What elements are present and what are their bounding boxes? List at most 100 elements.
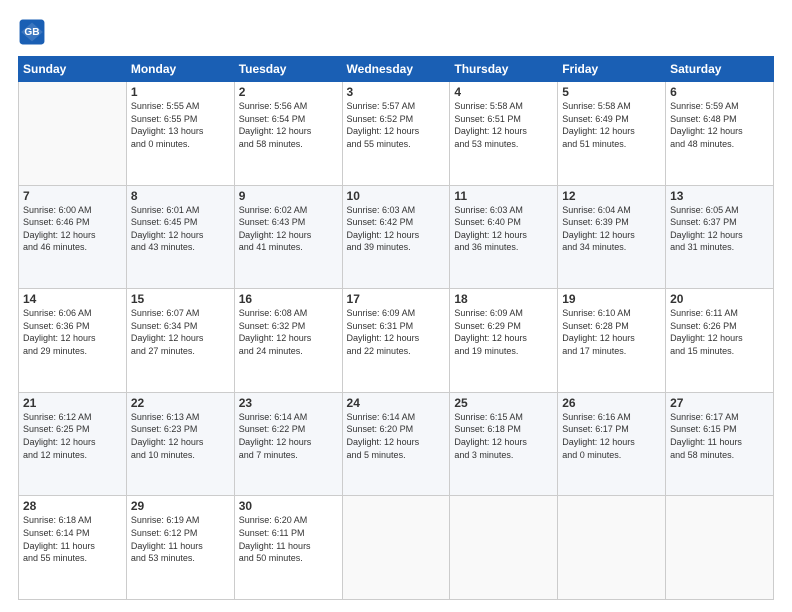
table-row: 17Sunrise: 6:09 AMSunset: 6:31 PMDayligh… [342, 289, 450, 393]
day-number: 2 [239, 85, 338, 99]
svg-text:GB: GB [24, 27, 39, 38]
day-number: 3 [347, 85, 446, 99]
day-info: Sunrise: 6:03 AMSunset: 6:40 PMDaylight:… [454, 204, 553, 254]
weekday-wednesday: Wednesday [342, 57, 450, 82]
weekday-monday: Monday [126, 57, 234, 82]
day-number: 14 [23, 292, 122, 306]
weekday-friday: Friday [558, 57, 666, 82]
table-row: 22Sunrise: 6:13 AMSunset: 6:23 PMDayligh… [126, 392, 234, 496]
table-row: 5Sunrise: 5:58 AMSunset: 6:49 PMDaylight… [558, 82, 666, 186]
day-info: Sunrise: 6:19 AMSunset: 6:12 PMDaylight:… [131, 514, 230, 564]
table-row: 14Sunrise: 6:06 AMSunset: 6:36 PMDayligh… [19, 289, 127, 393]
day-number: 28 [23, 499, 122, 513]
day-number: 12 [562, 189, 661, 203]
table-row: 28Sunrise: 6:18 AMSunset: 6:14 PMDayligh… [19, 496, 127, 600]
day-info: Sunrise: 6:00 AMSunset: 6:46 PMDaylight:… [23, 204, 122, 254]
calendar-week-row: 7Sunrise: 6:00 AMSunset: 6:46 PMDaylight… [19, 185, 774, 289]
weekday-tuesday: Tuesday [234, 57, 342, 82]
table-row: 24Sunrise: 6:14 AMSunset: 6:20 PMDayligh… [342, 392, 450, 496]
calendar-table: SundayMondayTuesdayWednesdayThursdayFrid… [18, 56, 774, 600]
weekday-header-row: SundayMondayTuesdayWednesdayThursdayFrid… [19, 57, 774, 82]
day-info: Sunrise: 5:55 AMSunset: 6:55 PMDaylight:… [131, 100, 230, 150]
day-number: 8 [131, 189, 230, 203]
day-info: Sunrise: 6:12 AMSunset: 6:25 PMDaylight:… [23, 411, 122, 461]
table-row: 10Sunrise: 6:03 AMSunset: 6:42 PMDayligh… [342, 185, 450, 289]
table-row: 29Sunrise: 6:19 AMSunset: 6:12 PMDayligh… [126, 496, 234, 600]
table-row: 19Sunrise: 6:10 AMSunset: 6:28 PMDayligh… [558, 289, 666, 393]
table-row: 15Sunrise: 6:07 AMSunset: 6:34 PMDayligh… [126, 289, 234, 393]
table-row: 6Sunrise: 5:59 AMSunset: 6:48 PMDaylight… [666, 82, 774, 186]
day-info: Sunrise: 6:09 AMSunset: 6:29 PMDaylight:… [454, 307, 553, 357]
day-info: Sunrise: 6:09 AMSunset: 6:31 PMDaylight:… [347, 307, 446, 357]
day-info: Sunrise: 5:56 AMSunset: 6:54 PMDaylight:… [239, 100, 338, 150]
calendar-week-row: 28Sunrise: 6:18 AMSunset: 6:14 PMDayligh… [19, 496, 774, 600]
day-number: 24 [347, 396, 446, 410]
day-number: 29 [131, 499, 230, 513]
weekday-saturday: Saturday [666, 57, 774, 82]
logo: GB [18, 18, 50, 46]
table-row: 9Sunrise: 6:02 AMSunset: 6:43 PMDaylight… [234, 185, 342, 289]
table-row: 26Sunrise: 6:16 AMSunset: 6:17 PMDayligh… [558, 392, 666, 496]
day-number: 26 [562, 396, 661, 410]
day-number: 20 [670, 292, 769, 306]
day-info: Sunrise: 6:11 AMSunset: 6:26 PMDaylight:… [670, 307, 769, 357]
day-number: 1 [131, 85, 230, 99]
table-row [666, 496, 774, 600]
day-info: Sunrise: 6:02 AMSunset: 6:43 PMDaylight:… [239, 204, 338, 254]
table-row: 11Sunrise: 6:03 AMSunset: 6:40 PMDayligh… [450, 185, 558, 289]
day-number: 10 [347, 189, 446, 203]
table-row [342, 496, 450, 600]
day-info: Sunrise: 6:18 AMSunset: 6:14 PMDaylight:… [23, 514, 122, 564]
table-row: 30Sunrise: 6:20 AMSunset: 6:11 PMDayligh… [234, 496, 342, 600]
table-row [19, 82, 127, 186]
day-info: Sunrise: 5:59 AMSunset: 6:48 PMDaylight:… [670, 100, 769, 150]
table-row: 12Sunrise: 6:04 AMSunset: 6:39 PMDayligh… [558, 185, 666, 289]
table-row: 20Sunrise: 6:11 AMSunset: 6:26 PMDayligh… [666, 289, 774, 393]
day-number: 9 [239, 189, 338, 203]
day-info: Sunrise: 6:06 AMSunset: 6:36 PMDaylight:… [23, 307, 122, 357]
day-number: 11 [454, 189, 553, 203]
day-info: Sunrise: 5:58 AMSunset: 6:49 PMDaylight:… [562, 100, 661, 150]
day-number: 7 [23, 189, 122, 203]
day-number: 30 [239, 499, 338, 513]
day-info: Sunrise: 6:13 AMSunset: 6:23 PMDaylight:… [131, 411, 230, 461]
table-row: 23Sunrise: 6:14 AMSunset: 6:22 PMDayligh… [234, 392, 342, 496]
table-row: 1Sunrise: 5:55 AMSunset: 6:55 PMDaylight… [126, 82, 234, 186]
weekday-sunday: Sunday [19, 57, 127, 82]
header: GB [18, 18, 774, 46]
day-number: 15 [131, 292, 230, 306]
table-row: 8Sunrise: 6:01 AMSunset: 6:45 PMDaylight… [126, 185, 234, 289]
day-info: Sunrise: 6:07 AMSunset: 6:34 PMDaylight:… [131, 307, 230, 357]
calendar-week-row: 1Sunrise: 5:55 AMSunset: 6:55 PMDaylight… [19, 82, 774, 186]
day-info: Sunrise: 6:15 AMSunset: 6:18 PMDaylight:… [454, 411, 553, 461]
table-row [558, 496, 666, 600]
day-info: Sunrise: 6:14 AMSunset: 6:20 PMDaylight:… [347, 411, 446, 461]
day-info: Sunrise: 6:08 AMSunset: 6:32 PMDaylight:… [239, 307, 338, 357]
day-info: Sunrise: 6:17 AMSunset: 6:15 PMDaylight:… [670, 411, 769, 461]
table-row: 3Sunrise: 5:57 AMSunset: 6:52 PMDaylight… [342, 82, 450, 186]
day-info: Sunrise: 6:14 AMSunset: 6:22 PMDaylight:… [239, 411, 338, 461]
day-info: Sunrise: 6:01 AMSunset: 6:45 PMDaylight:… [131, 204, 230, 254]
day-number: 13 [670, 189, 769, 203]
table-row: 25Sunrise: 6:15 AMSunset: 6:18 PMDayligh… [450, 392, 558, 496]
calendar-week-row: 14Sunrise: 6:06 AMSunset: 6:36 PMDayligh… [19, 289, 774, 393]
day-number: 17 [347, 292, 446, 306]
table-row: 18Sunrise: 6:09 AMSunset: 6:29 PMDayligh… [450, 289, 558, 393]
day-info: Sunrise: 5:58 AMSunset: 6:51 PMDaylight:… [454, 100, 553, 150]
day-info: Sunrise: 6:20 AMSunset: 6:11 PMDaylight:… [239, 514, 338, 564]
weekday-thursday: Thursday [450, 57, 558, 82]
day-number: 19 [562, 292, 661, 306]
day-number: 16 [239, 292, 338, 306]
day-number: 21 [23, 396, 122, 410]
table-row: 21Sunrise: 6:12 AMSunset: 6:25 PMDayligh… [19, 392, 127, 496]
table-row: 13Sunrise: 6:05 AMSunset: 6:37 PMDayligh… [666, 185, 774, 289]
logo-icon: GB [18, 18, 46, 46]
table-row: 27Sunrise: 6:17 AMSunset: 6:15 PMDayligh… [666, 392, 774, 496]
table-row [450, 496, 558, 600]
day-info: Sunrise: 6:16 AMSunset: 6:17 PMDaylight:… [562, 411, 661, 461]
day-number: 22 [131, 396, 230, 410]
day-number: 25 [454, 396, 553, 410]
day-number: 27 [670, 396, 769, 410]
day-info: Sunrise: 6:05 AMSunset: 6:37 PMDaylight:… [670, 204, 769, 254]
day-info: Sunrise: 6:10 AMSunset: 6:28 PMDaylight:… [562, 307, 661, 357]
